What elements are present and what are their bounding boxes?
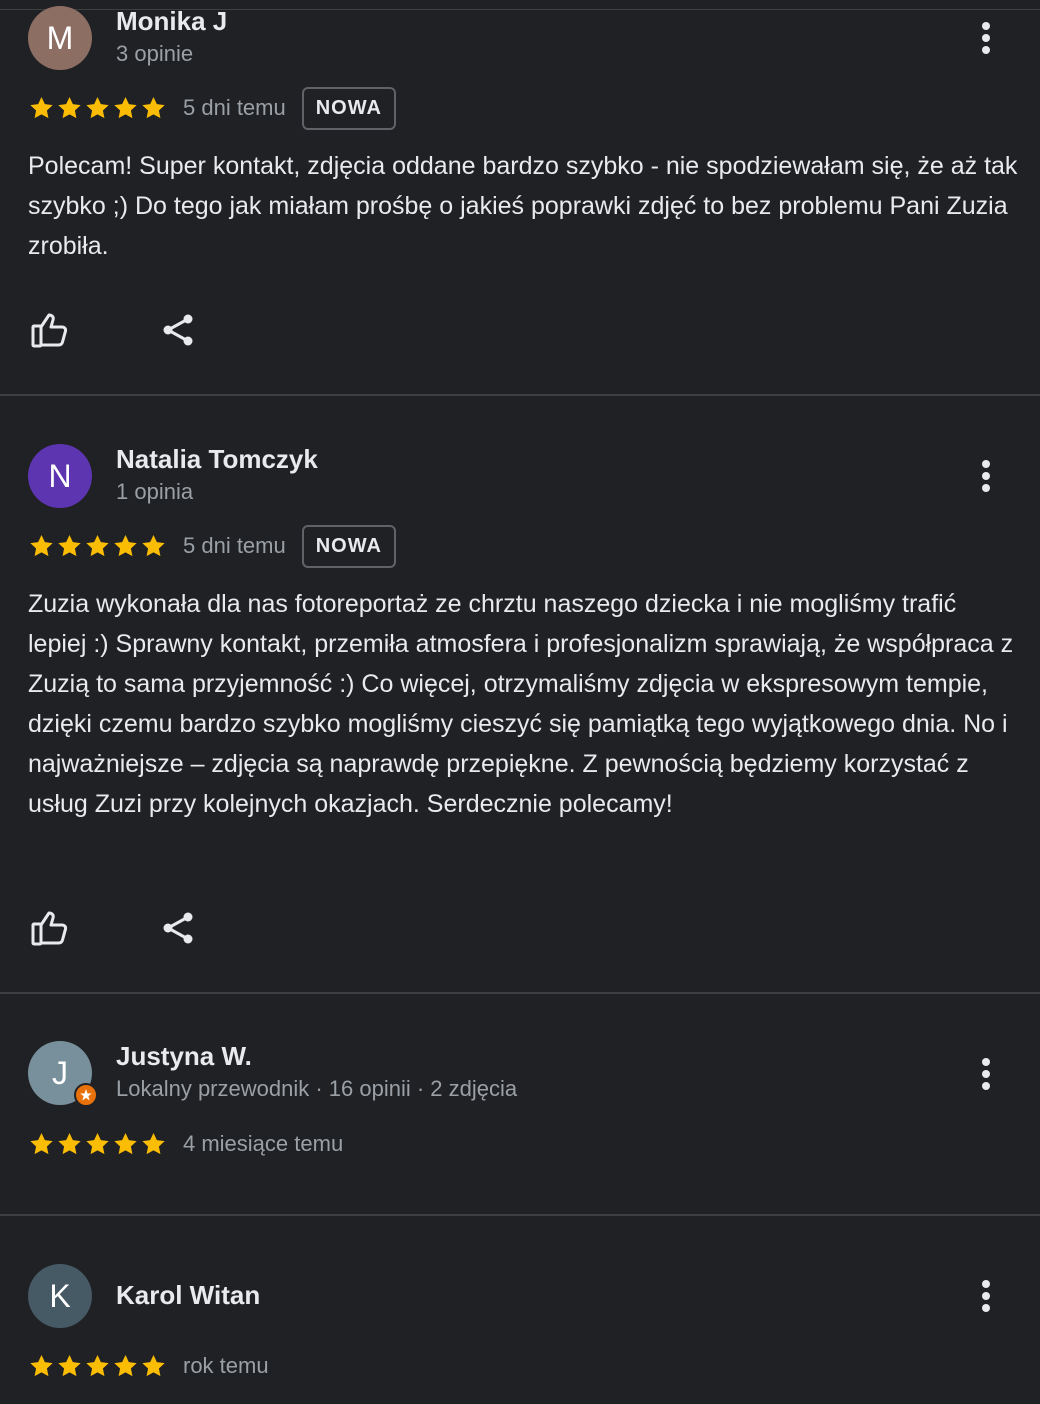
reviewer-meta: 3 opinie — [116, 41, 194, 66]
star-icon — [112, 1131, 139, 1157]
more-options-button[interactable] — [966, 1276, 1006, 1316]
new-badge: NOWA — [301, 86, 396, 130]
star-icon — [28, 95, 55, 121]
more-vert-icon — [982, 1058, 990, 1090]
review-actions — [28, 906, 200, 950]
like-button[interactable] — [28, 308, 72, 352]
local-guide-badge-icon — [74, 1083, 98, 1107]
review-divider — [0, 992, 1040, 994]
star-icon — [56, 1131, 83, 1157]
star-icon — [112, 1353, 139, 1379]
star-rating — [28, 533, 167, 559]
new-badge: NOWA — [301, 524, 396, 568]
review-text: Polecam! Super kontakt, zdjęcia oddane b… — [28, 152, 1018, 260]
star-icon — [140, 1353, 167, 1379]
thumb-up-icon — [31, 313, 68, 348]
avatar-letter: K — [49, 1277, 71, 1314]
more-options-button[interactable] — [966, 18, 1006, 58]
avatar-letter: M — [46, 19, 74, 56]
review-date: 5 dni temu — [183, 533, 286, 558]
star-rating — [28, 1131, 167, 1157]
more-vert-icon — [982, 460, 990, 492]
reviewer-meta: 1 opinia — [116, 479, 194, 504]
reviewer-name[interactable]: Justyna W. — [116, 1041, 252, 1072]
thumb-up-icon — [31, 911, 68, 946]
avatar[interactable]: J — [28, 1041, 98, 1107]
star-icon — [112, 533, 139, 559]
rating-row: 5 dni temu NOWA — [28, 524, 396, 568]
avatar[interactable]: N — [28, 444, 92, 508]
reviewer-meta: Lokalny przewodnik · 16 opinii · 2 zdjęc… — [116, 1076, 518, 1101]
star-icon — [56, 95, 83, 121]
review-actions — [28, 308, 200, 352]
reviewer-name[interactable]: Monika J — [116, 6, 227, 37]
review-date: 5 dni temu — [183, 95, 286, 120]
share-icon — [163, 314, 193, 346]
review-date: rok temu — [183, 1353, 269, 1378]
more-options-button[interactable] — [966, 1054, 1006, 1094]
star-icon — [28, 533, 55, 559]
star-rating — [28, 95, 167, 121]
avatar[interactable]: K — [28, 1264, 92, 1328]
review-text: Zuzia wykonała dla nas fotoreportaż ze c… — [28, 590, 1014, 818]
star-icon — [140, 533, 167, 559]
star-icon — [140, 95, 167, 121]
star-icon — [56, 1353, 83, 1379]
avatar[interactable]: M — [28, 6, 92, 70]
review-divider — [0, 1214, 1040, 1216]
star-icon — [84, 1131, 111, 1157]
share-icon — [163, 912, 193, 944]
star-icon — [84, 1353, 111, 1379]
rating-row: 5 dni temu NOWA — [28, 86, 396, 130]
star-icon — [84, 95, 111, 121]
reviewer-name[interactable]: Karol Witan — [116, 1280, 260, 1311]
star-icon — [28, 1131, 55, 1157]
reviewer-name[interactable]: Natalia Tomczyk — [116, 444, 318, 475]
review-divider — [0, 394, 1040, 396]
star-icon — [112, 95, 139, 121]
more-vert-icon — [982, 1280, 990, 1312]
avatar-letter: N — [48, 457, 72, 494]
star-icon — [56, 533, 83, 559]
star-rating — [28, 1353, 167, 1379]
star-icon — [140, 1131, 167, 1157]
review-date: 4 miesiące temu — [183, 1131, 344, 1156]
star-icon — [84, 533, 111, 559]
like-button[interactable] — [28, 906, 72, 950]
avatar-letter: J — [52, 1054, 68, 1091]
star-icon — [28, 1353, 55, 1379]
share-button[interactable] — [156, 308, 200, 352]
rating-row: 4 miesiące temu — [28, 1129, 343, 1159]
more-options-button[interactable] — [966, 456, 1006, 496]
more-vert-icon — [982, 22, 990, 54]
rating-row: rok temu — [28, 1351, 269, 1381]
share-button[interactable] — [156, 906, 200, 950]
